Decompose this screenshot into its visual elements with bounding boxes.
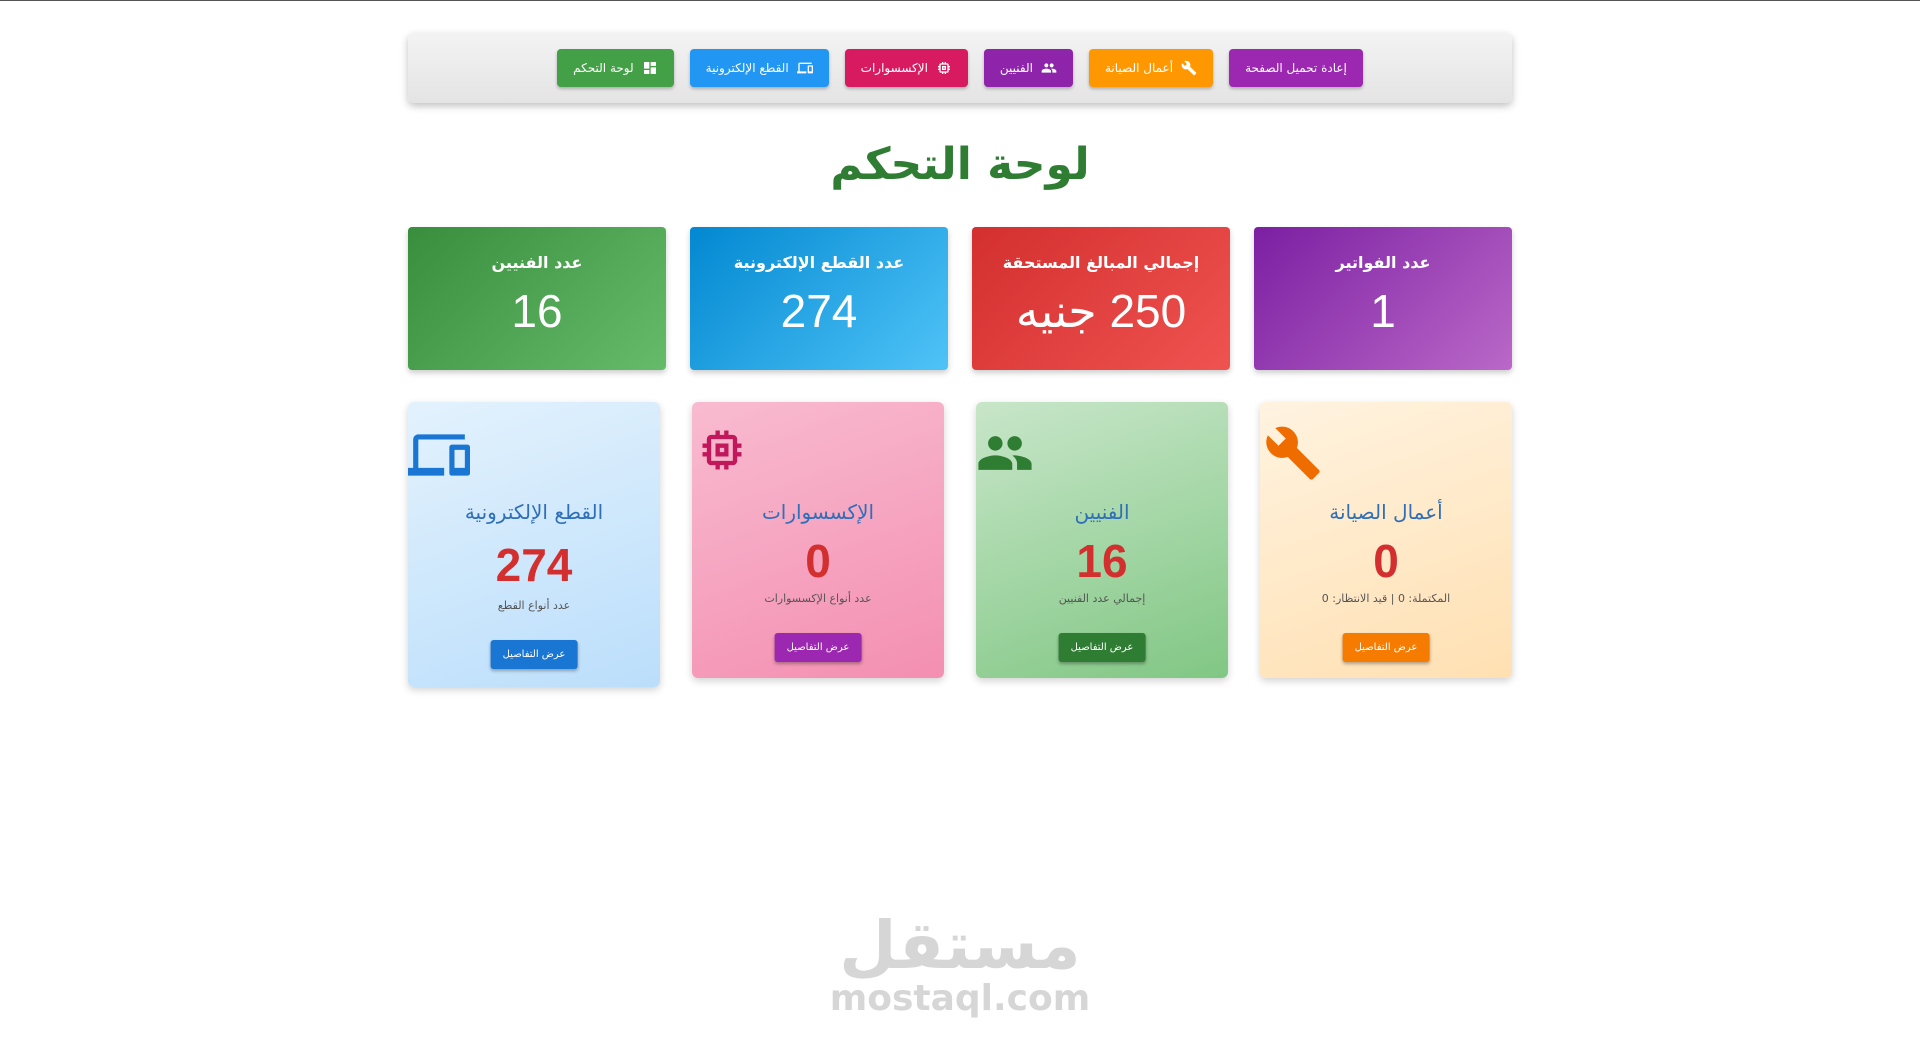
- technicians-details-button[interactable]: عرض التفاصيل: [1058, 633, 1146, 662]
- stats-row: عدد الفواتير 1 إجمالي المبالغ المستحقة 2…: [408, 227, 1512, 370]
- card-value: 0: [1373, 535, 1399, 587]
- feature-cards-row: أعمال الصيانة 0 المكتملة: 0 | قيد الانتظ…: [408, 402, 1512, 687]
- card-value: 16: [1076, 535, 1128, 587]
- dashboard-icon: [642, 60, 658, 76]
- accessories-card: الإكسسوارات 0 عدد أنواع الإكسسوارات عرض …: [692, 402, 944, 678]
- card-title: القطع الإلكترونية: [464, 500, 604, 524]
- wrench-icon: [1264, 424, 1322, 482]
- card-value: 274: [495, 539, 573, 591]
- maintenance-details-button[interactable]: عرض التفاصيل: [1342, 633, 1430, 662]
- card-title: الإكسسوارات: [761, 500, 875, 524]
- stat-invoices-count: عدد الفواتير 1: [1254, 227, 1512, 370]
- card-title: أعمال الصيانة: [1329, 500, 1443, 524]
- devices-icon: [408, 424, 470, 486]
- stat-value: 16: [511, 285, 563, 337]
- stat-label: عدد الفنيين: [491, 253, 583, 272]
- chip-icon: [936, 60, 952, 76]
- card-title: الفنيين: [1074, 500, 1130, 524]
- nav-maintenance-label: أعمال الصيانة: [1104, 61, 1174, 75]
- nav-electronic-parts-label: القطع الإلكترونية: [705, 61, 789, 75]
- nav-technicians-label: الفنيين: [999, 61, 1033, 75]
- reload-page-label: إعادة تحميل الصفحة: [1245, 61, 1347, 75]
- top-nav-bar: إعادة تحميل الصفحة أعمال الصيانة الفنيين…: [408, 33, 1512, 103]
- nav-dashboard-label: لوحة التحكم: [573, 61, 634, 75]
- page-title: لوحة التحكم: [830, 139, 1090, 190]
- stat-label: عدد القطع الإلكترونية: [733, 253, 905, 272]
- nav-accessories-button[interactable]: الإكسسوارات: [844, 49, 968, 87]
- stat-value: 274: [780, 285, 858, 337]
- watermark-latin: mostaql.com: [829, 978, 1091, 1019]
- stat-total-due: إجمالي المبالغ المستحقة 250 جنيه: [972, 227, 1230, 370]
- reload-page-button[interactable]: إعادة تحميل الصفحة: [1229, 49, 1363, 87]
- technicians-card: الفنيين 16 إجمالي عدد الفنيين عرض التفاص…: [976, 402, 1228, 678]
- stat-label: عدد الفواتير: [1335, 253, 1431, 272]
- nav-technicians-button[interactable]: الفنيين: [983, 49, 1073, 87]
- mostaql-watermark: مستقل mostaql.com: [0, 913, 1920, 1019]
- main-container: إعادة تحميل الصفحة أعمال الصيانة الفنيين…: [408, 1, 1512, 687]
- card-value: 0: [805, 535, 831, 587]
- card-subtitle: عدد أنواع الإكسسوارات: [764, 592, 872, 605]
- stat-value: 250 جنيه: [1015, 285, 1187, 337]
- card-subtitle: عدد أنواع القطع: [497, 599, 571, 612]
- wrench-icon: [1181, 60, 1197, 76]
- stat-value: 1: [1370, 285, 1396, 337]
- accessories-details-button[interactable]: عرض التفاصيل: [774, 633, 862, 662]
- electronic-parts-card: القطع الإلكترونية 274 عدد أنواع القطع عر…: [408, 402, 660, 687]
- watermark-arabic: مستقل: [839, 907, 1081, 984]
- nav-accessories-label: الإكسسوارات: [860, 61, 928, 75]
- stat-technicians-count: عدد الفنيين 16: [408, 227, 666, 370]
- chip-icon: [696, 424, 748, 476]
- devices-icon: [796, 60, 813, 76]
- nav-dashboard-button[interactable]: لوحة التحكم: [557, 49, 674, 87]
- people-icon: [1041, 60, 1057, 76]
- card-subtitle: المكتملة: 0 | قيد الانتظار: 0: [1321, 592, 1451, 605]
- people-icon: [976, 424, 1034, 482]
- electronic-parts-details-button[interactable]: عرض التفاصيل: [490, 640, 578, 669]
- nav-electronic-parts-button[interactable]: القطع الإلكترونية: [689, 49, 829, 87]
- card-subtitle: إجمالي عدد الفنيين: [1058, 592, 1146, 605]
- stat-label: إجمالي المبالغ المستحقة: [1002, 253, 1200, 272]
- maintenance-card: أعمال الصيانة 0 المكتملة: 0 | قيد الانتظ…: [1260, 402, 1512, 678]
- nav-maintenance-button[interactable]: أعمال الصيانة: [1088, 49, 1214, 87]
- stat-electronic-parts-count: عدد القطع الإلكترونية 274: [690, 227, 948, 370]
